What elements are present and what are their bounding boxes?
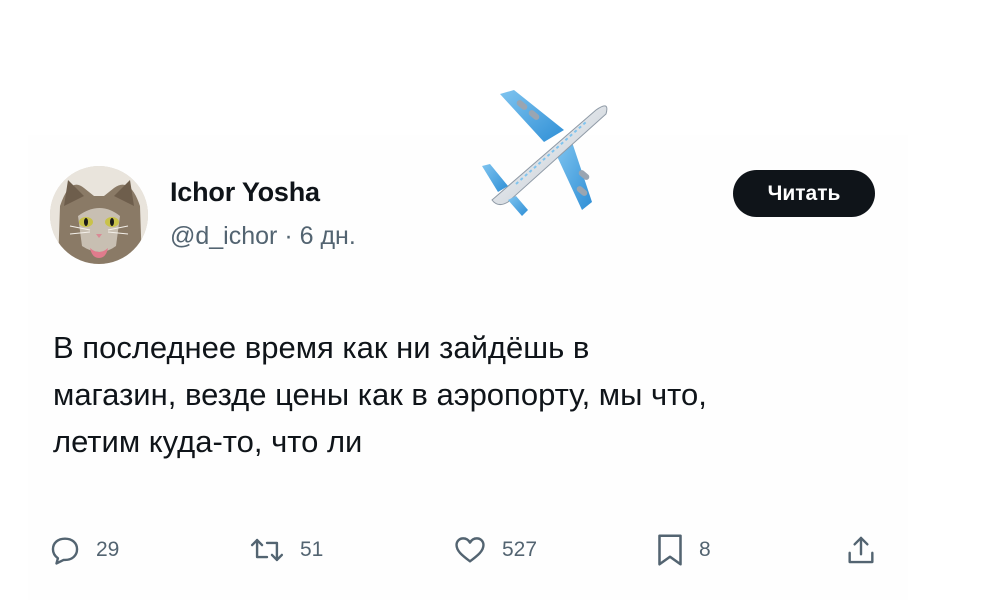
author-display-name[interactable]: Ichor Yosha [170,177,320,208]
reply-icon [51,537,79,565]
author-meta: @d_ichor · 6 дн. [170,222,356,251]
bookmark-icon [658,534,682,566]
tweet-text-line: летим куда-то, что ли [53,424,363,459]
like-count: 527 [502,538,538,561]
meta-separator: · [284,222,293,250]
tweet-text-line: магазин, везде цены как в аэропорту, мы … [53,377,707,412]
read-button[interactable]: Читать [733,170,875,217]
share-icon [848,536,874,564]
retweet-button[interactable]: 51 [248,530,323,570]
heart-icon [455,537,485,563]
tweet-text-line: В последнее время как ни зайдёшь в [53,330,590,365]
tweet-text: В последнее время как ни зайдёшь в магаз… [53,324,933,465]
post-time[interactable]: 6 дн. [300,222,356,250]
retweet-count: 51 [300,538,324,561]
like-button[interactable]: 527 [452,530,537,570]
author-handle[interactable]: @d_ichor [170,222,277,250]
cat-avatar-image [50,166,148,264]
share-button[interactable] [844,530,878,570]
retweet-icon [250,538,284,562]
bookmark-button[interactable]: 8 [655,530,711,570]
airplane-icon [482,90,608,216]
reply-count: 29 [96,538,120,561]
reply-button[interactable]: 29 [48,530,119,570]
bookmark-count: 8 [699,538,711,561]
avatar[interactable] [50,166,148,264]
